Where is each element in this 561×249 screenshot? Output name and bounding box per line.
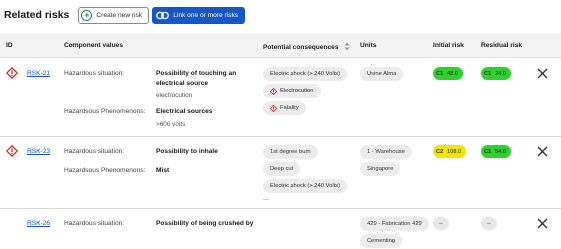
unit-chip: Usine Alma <box>360 67 404 81</box>
hazardous-phenomena-value: Mist <box>156 167 170 174</box>
sort-icon[interactable] <box>344 42 350 51</box>
plus-circle-icon: + <box>81 9 93 21</box>
hazardous-phenomena-label: Hazardsous Phenomenons: <box>64 108 146 115</box>
column-header-initial-risk: Initial risk <box>433 42 464 49</box>
warning-diamond-icon <box>270 104 277 112</box>
consequence-label: Fatality <box>280 105 299 111</box>
risk-score: 24.0 <box>495 70 507 77</box>
table-row: RSK-21 Hazardous situation: Possibility … <box>0 59 561 135</box>
unit-label: 1 - Warehouse <box>367 149 405 155</box>
column-header-units: Units <box>360 42 377 49</box>
risk-code: C1 <box>436 70 444 77</box>
close-icon[interactable] <box>537 218 548 229</box>
column-header-id: ID <box>6 42 13 49</box>
consequence-label: Electric shock (> 240 Volts) <box>270 183 341 189</box>
link-icon <box>156 11 170 19</box>
unit-chip: Singapore <box>360 162 401 176</box>
column-header-residual-risk: Residual risk <box>481 42 523 49</box>
risk-score: 48.0 <box>447 70 459 77</box>
column-header-component: Component values <box>64 42 123 49</box>
hazardous-situation-value: Possibility of touching an electrical so… <box>156 70 237 87</box>
consequence-label: Electric shock (> 240 Volts) <box>270 71 341 77</box>
create-new-risk-label: Create new risk <box>96 11 143 19</box>
residual-risk-badge: C1 54.0 <box>481 145 512 158</box>
hazardous-situation-label: Hazardous situation: <box>64 220 125 227</box>
residual-risk-badge: C1 24.0 <box>481 67 512 80</box>
hazardous-phenomena-value: Electrical sources <box>156 108 213 115</box>
link-risks-label: Link one or more risks <box>173 11 239 19</box>
consequence-label: Electrocution <box>280 88 314 94</box>
hazardous-situation-value: Possibility to inhale <box>156 148 218 155</box>
consequence-chip: Electric shock (> 240 Volts) <box>263 179 348 193</box>
column-header-consequences[interactable]: Potential consequences <box>263 42 350 51</box>
risk-code: C2 <box>436 148 444 155</box>
section-title: Related risks <box>4 9 70 21</box>
warning-diamond-icon <box>270 87 277 95</box>
column-header-consequences-label: Potential consequences <box>263 44 339 51</box>
unit-label: Cementing <box>367 238 396 244</box>
hazardous-phenomena-label: Hazardsous Phenomenons: <box>64 167 146 174</box>
link-risks-button[interactable]: Link one or more risks <box>152 6 246 24</box>
consequence-chip: Fatality <box>263 101 306 115</box>
hazardous-situation-label: Hazardous situation: <box>64 148 125 155</box>
risk-code: C1 <box>484 70 492 77</box>
residual-risk-badge: -- <box>481 217 497 230</box>
initial-risk-badge: -- <box>433 217 449 230</box>
consequence-chip: 1st degree burn <box>263 145 318 159</box>
related-risks-header: Related risks + Create new risk Link one… <box>4 6 557 24</box>
consequence-label: Deep cut <box>270 166 294 172</box>
unit-label: 429 - Fabrication 429 <box>367 221 422 227</box>
consequence-chip: Electrocution <box>263 84 321 98</box>
risk-code: -- <box>439 220 443 227</box>
unit-chip: 1 - Warehouse <box>360 145 412 159</box>
consequence-label: 1st degree burn <box>270 149 311 155</box>
unit-label: Usine Alma <box>367 71 397 77</box>
initial-risk-badge: C1 48.0 <box>433 67 464 80</box>
risk-id-link[interactable]: RSK-26 <box>27 220 50 227</box>
risk-score: 54.0 <box>495 148 507 155</box>
risk-score: 108.0 <box>447 148 462 155</box>
table-row: RSK-23 Hazardous situation: Possibility … <box>0 137 561 207</box>
hazardous-situation-detail: electrocution <box>156 92 193 99</box>
warning-diamond-icon <box>6 145 18 157</box>
consequence-chip: Deep cut <box>263 162 301 176</box>
unit-label: Singapore <box>367 166 394 172</box>
hazardous-phenomena-detail: >600 volts <box>156 121 186 128</box>
more-consequences-ellipsis: ... <box>263 195 269 202</box>
consequence-chip: Electric shock (> 240 Volts) <box>263 67 348 81</box>
risk-code: -- <box>487 220 491 227</box>
hazardous-situation-label: Hazardous situation: <box>64 70 125 77</box>
table-header: ID Component values Potential consequenc… <box>0 33 561 58</box>
table-row: RSK-26 Hazardous situation: Possibility … <box>0 209 561 249</box>
risk-code: C1 <box>484 148 492 155</box>
risk-id-link[interactable]: RSK-23 <box>27 148 50 155</box>
unit-chip: Cementing <box>360 234 403 248</box>
hazardous-situation-value: Possibility of being crushed by <box>156 220 254 227</box>
create-new-risk-button[interactable]: + Create new risk <box>78 6 150 24</box>
risk-id-link[interactable]: RSK-21 <box>27 70 50 77</box>
unit-chip: 429 - Fabrication 429 <box>360 217 429 231</box>
close-icon[interactable] <box>537 146 548 157</box>
warning-diamond-icon <box>6 67 18 79</box>
close-icon[interactable] <box>537 68 548 79</box>
initial-risk-badge: C2 108.0 <box>433 145 467 158</box>
